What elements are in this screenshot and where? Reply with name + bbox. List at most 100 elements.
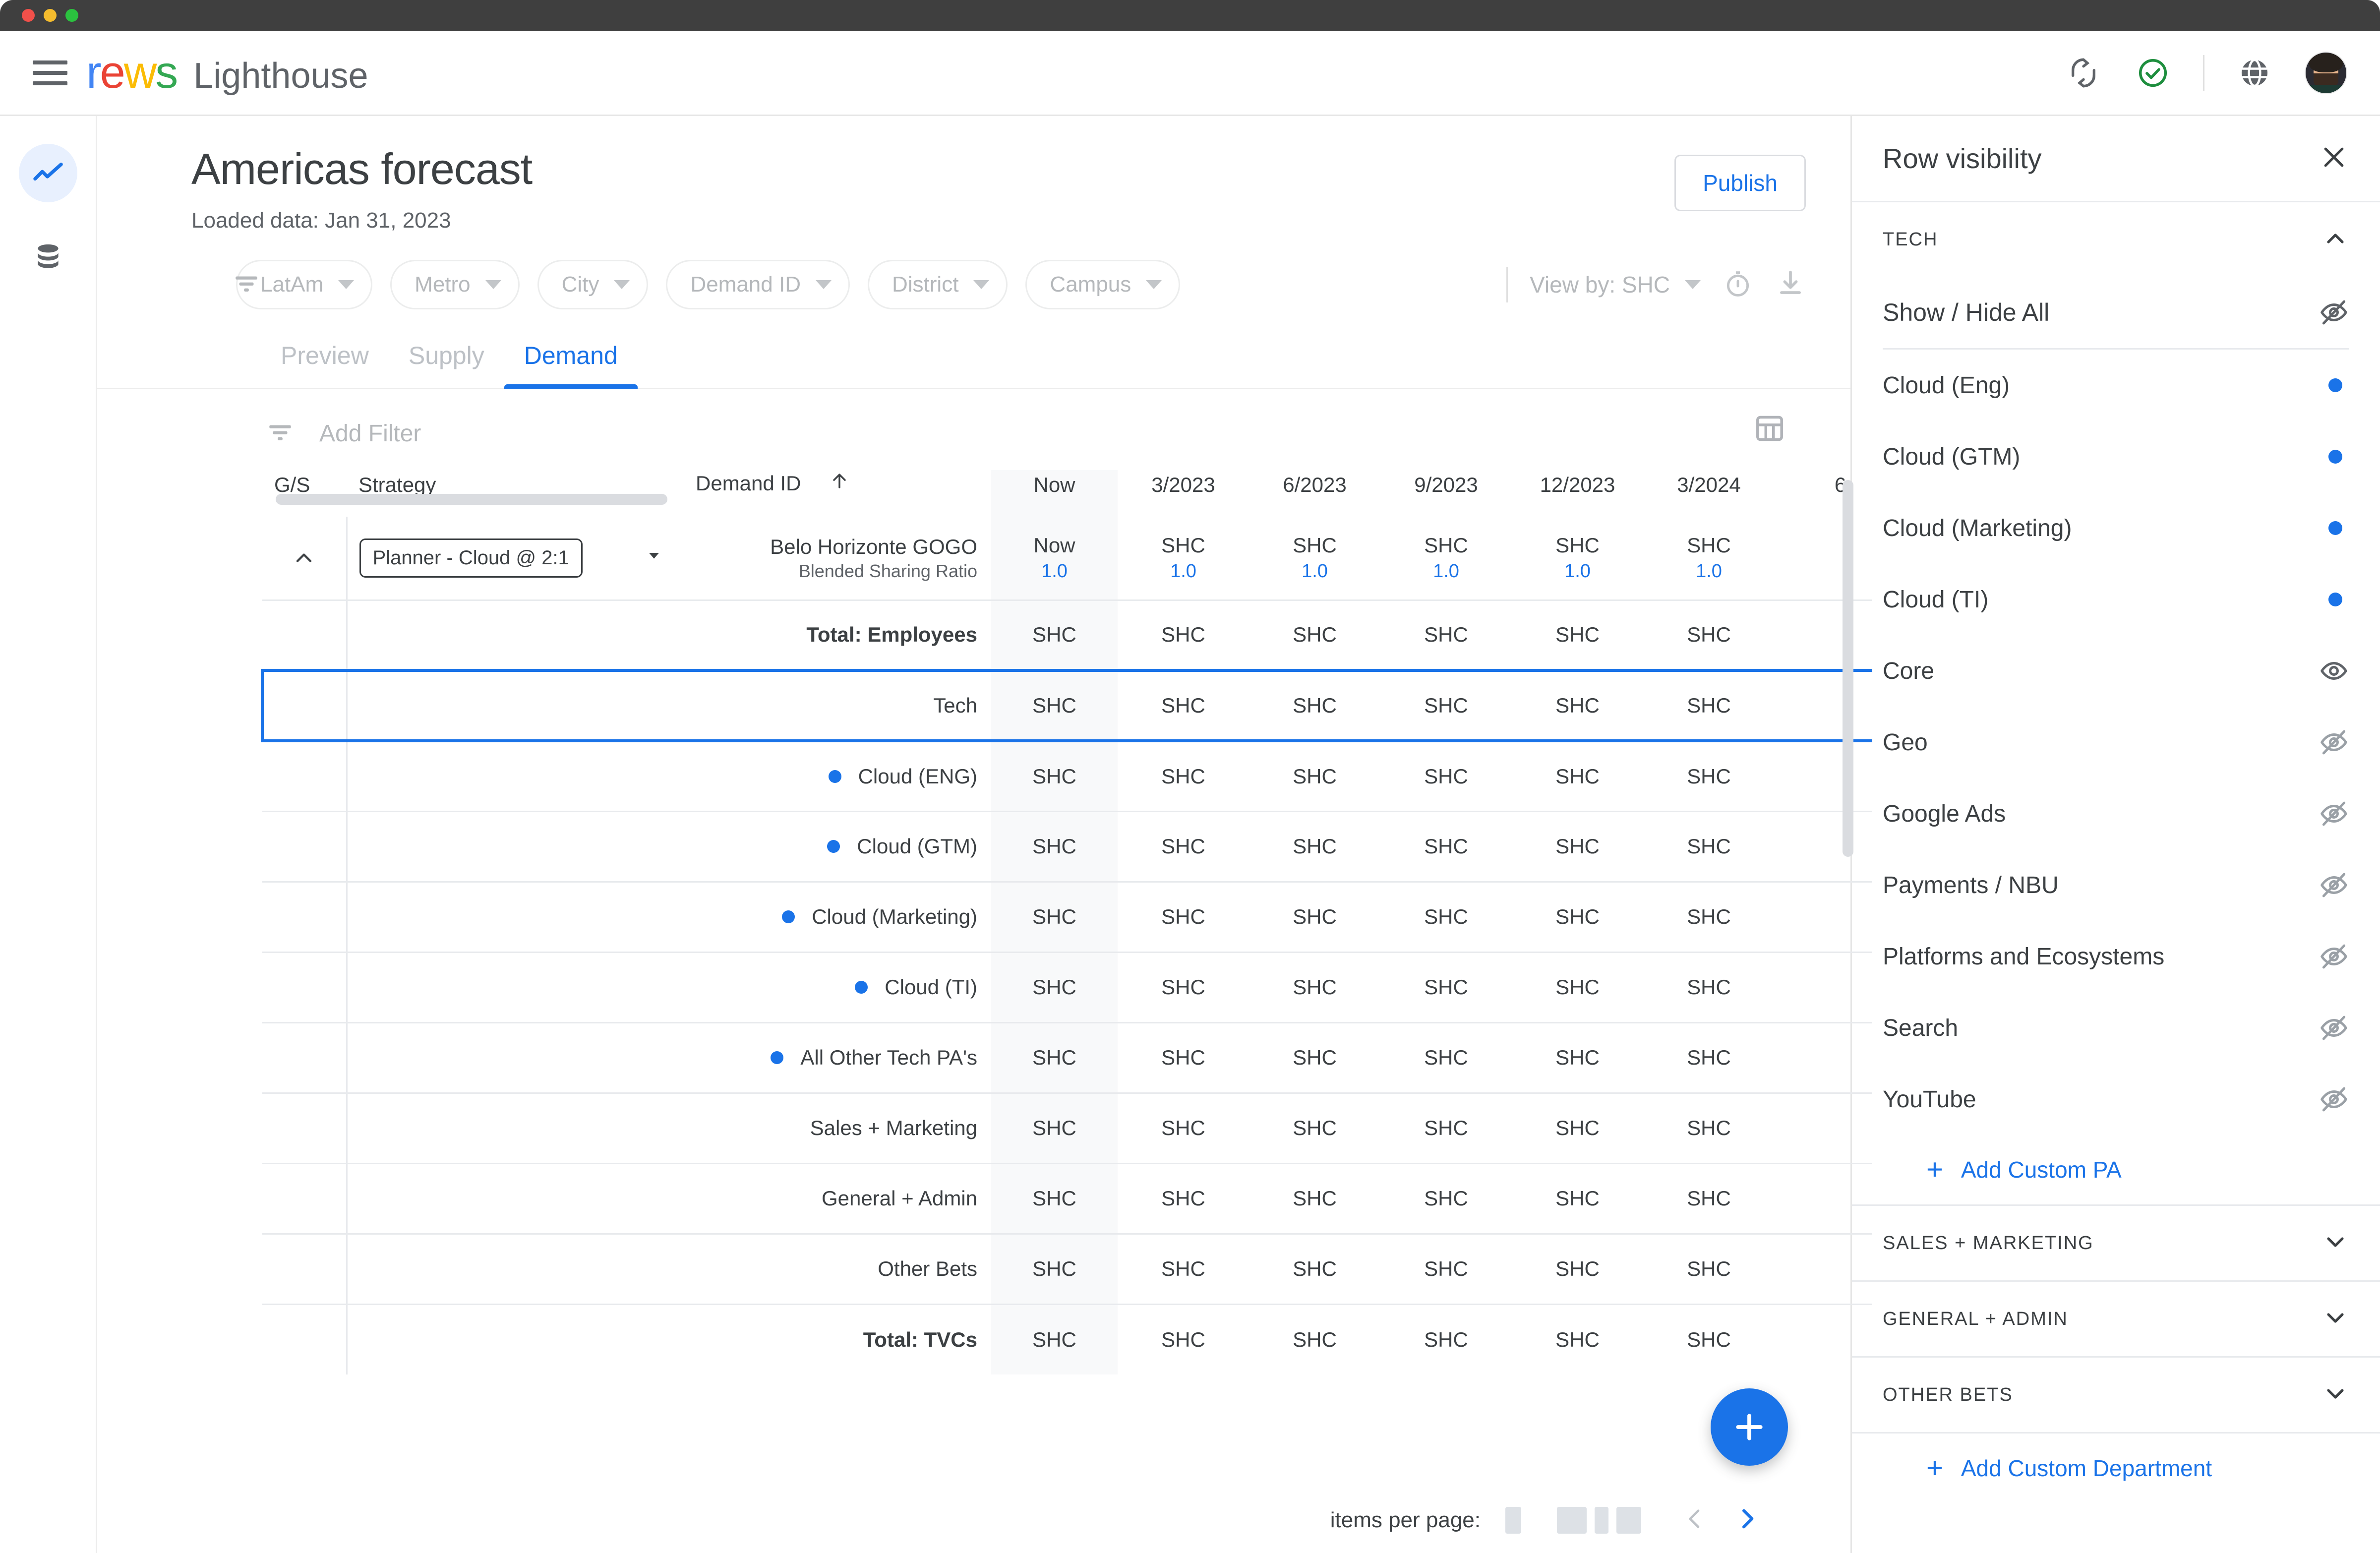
add-custom-pa-button[interactable]: + Add Custom PA: [1852, 1135, 2380, 1204]
table-cell-forecast[interactable]: SHC: [1643, 1303, 1775, 1374]
avatar[interactable]: [2305, 51, 2347, 94]
table-cell-forecast[interactable]: SHC: [1118, 881, 1249, 952]
timer-icon[interactable]: [1723, 268, 1753, 301]
table-row[interactable]: Cloud (GTM) SHC SHC SHC SHC SHC SHC: [262, 810, 1872, 882]
table-row[interactable]: Other Bets SHC SHC SHC SHC SHC SHC: [262, 1233, 1872, 1304]
table-cell-forecast[interactable]: [1775, 1092, 1872, 1163]
visible-dot-icon[interactable]: [2328, 378, 2342, 392]
row-visibility-item-cloud-marketing[interactable]: Cloud (Marketing): [1852, 492, 2380, 564]
table-row[interactable]: Cloud (ENG) SHC SHC SHC SHC SHC SHC: [262, 741, 1872, 811]
table-row[interactable]: General + Admin SHC SHC SHC SHC SHC SHC: [262, 1162, 1872, 1234]
table-row[interactable]: Total: TVCs SHC SHC SHC SHC SHC SHC: [262, 1303, 1872, 1374]
tab-supply[interactable]: Supply: [389, 341, 504, 388]
table-cell-forecast[interactable]: [1775, 1162, 1872, 1234]
table-cell-forecast[interactable]: [1775, 741, 1872, 811]
column-header-gs[interactable]: G/S: [262, 470, 347, 517]
table-cell-forecast[interactable]: SHC: [1118, 1021, 1249, 1093]
table-cell-forecast[interactable]: SHC: [1643, 881, 1775, 952]
brand-logo[interactable]: rews Lighthouse: [86, 50, 368, 96]
table-cell-forecast[interactable]: SHC 1.0: [1118, 517, 1249, 600]
table-cell-forecast[interactable]: SHC: [1512, 810, 1643, 882]
column-header-date[interactable]: 6: [1775, 470, 1872, 517]
table-cell-forecast[interactable]: [1775, 951, 1872, 1022]
table-row[interactable]: All Other Tech PA's SHC SHC SHC SHC SHC …: [262, 1021, 1872, 1093]
table-cell-forecast[interactable]: SHC: [1249, 881, 1380, 952]
table-cell-forecast[interactable]: SHC: [1380, 599, 1512, 670]
table-cell-forecast[interactable]: [1775, 517, 1872, 600]
table-cell-forecast[interactable]: SHC: [1643, 669, 1775, 742]
view-by-select[interactable]: View by: SHC: [1530, 271, 1701, 298]
table-cell-forecast[interactable]: [1775, 599, 1872, 670]
column-header-now[interactable]: Now: [991, 470, 1118, 517]
window-maximize-dot[interactable]: [65, 9, 78, 22]
column-header-date[interactable]: 3/2023: [1118, 470, 1249, 517]
table-cell-forecast[interactable]: [1775, 1021, 1872, 1093]
table-cell-forecast[interactable]: SHC 1.0: [1643, 517, 1775, 600]
table-row-demand-group[interactable]: Planner - Cloud @ 2:1 Belo Horizonte GOG…: [262, 517, 1872, 600]
row-visibility-item-geo[interactable]: Geo: [1852, 707, 2380, 778]
table-cell-forecast[interactable]: SHC: [1643, 1021, 1775, 1093]
table-cell-forecast[interactable]: SHC: [1643, 741, 1775, 811]
window-minimize-dot[interactable]: [44, 9, 57, 22]
table-cell-forecast[interactable]: SHC: [1512, 669, 1643, 742]
table-row[interactable]: Cloud (TI) SHC SHC SHC SHC SHC SHC: [262, 951, 1872, 1022]
visible-dot-icon[interactable]: [2328, 450, 2342, 464]
eye-off-icon[interactable]: [2319, 941, 2349, 972]
table-cell-forecast[interactable]: SHC: [1380, 1233, 1512, 1304]
show-hide-all-toggle[interactable]: Show / Hide All: [1852, 277, 2380, 348]
row-visibility-item-platforms-ecosystems[interactable]: Platforms and Ecosystems: [1852, 921, 2380, 992]
table-cell-forecast[interactable]: SHC: [1118, 1233, 1249, 1304]
table-row[interactable]: Total: Employees SHC SHC SHC SHC SHC SHC: [262, 599, 1872, 670]
add-filter-button[interactable]: Add Filter: [319, 420, 421, 447]
table-cell-forecast[interactable]: SHC 1.0: [1512, 517, 1643, 600]
table-cell-forecast[interactable]: SHC: [1249, 1162, 1380, 1234]
prev-page-button[interactable]: [1681, 1505, 1709, 1535]
close-icon[interactable]: [2319, 142, 2349, 175]
tab-demand[interactable]: Demand: [504, 341, 638, 389]
eye-off-icon[interactable]: [2319, 1084, 2349, 1115]
table-cell-forecast[interactable]: SHC: [1380, 741, 1512, 811]
table-row[interactable]: Sales + Marketing SHC SHC SHC SHC SHC SH…: [262, 1092, 1872, 1163]
table-cell-forecast[interactable]: [1775, 810, 1872, 882]
table-vertical-scrollbar[interactable]: [1843, 480, 1853, 857]
table-cell-forecast[interactable]: SHC: [1249, 951, 1380, 1022]
filter-chip-city[interactable]: City: [537, 260, 649, 309]
table-cell-forecast[interactable]: SHC: [1380, 1162, 1512, 1234]
table-cell-forecast[interactable]: SHC: [1512, 741, 1643, 811]
rail-item-data[interactable]: [19, 228, 77, 287]
table-columns-icon[interactable]: [1753, 412, 1786, 447]
table-cell-forecast[interactable]: SHC: [1512, 599, 1643, 670]
table-cell-forecast[interactable]: [1775, 1233, 1872, 1304]
filter-chip-campus[interactable]: Campus: [1025, 260, 1181, 309]
tab-preview[interactable]: Preview: [261, 341, 389, 388]
drawer-section-other-bets[interactable]: OTHER BETS: [1852, 1358, 2380, 1432]
table-cell-forecast[interactable]: SHC: [1118, 1303, 1249, 1374]
table-cell-forecast[interactable]: SHC: [1249, 1233, 1380, 1304]
visible-dot-icon[interactable]: [2328, 521, 2342, 535]
drawer-section-sales-marketing[interactable]: SALES + MARKETING: [1852, 1206, 2380, 1280]
eye-icon[interactable]: [2319, 656, 2349, 686]
chevron-down-icon[interactable]: [2321, 1228, 2349, 1258]
row-visibility-item-payments-nbu[interactable]: Payments / NBU: [1852, 849, 2380, 921]
table-cell-forecast[interactable]: SHC: [1380, 1092, 1512, 1163]
table-cell-forecast[interactable]: SHC: [1643, 1162, 1775, 1234]
row-visibility-item-cloud-eng[interactable]: Cloud (Eng): [1852, 350, 2380, 421]
table-cell-forecast[interactable]: SHC: [1118, 810, 1249, 882]
chevron-up-icon[interactable]: [2321, 225, 2349, 255]
table-cell-forecast[interactable]: SHC: [1512, 881, 1643, 952]
column-header-date[interactable]: 12/2023: [1512, 470, 1643, 517]
row-visibility-item-cloud-ti[interactable]: Cloud (TI): [1852, 564, 2380, 635]
table-cell-forecast[interactable]: SHC: [1643, 599, 1775, 670]
check-circle-icon[interactable]: [2134, 54, 2172, 92]
chevron-down-icon[interactable]: [2321, 1304, 2349, 1334]
table-cell-forecast[interactable]: SHC: [1380, 810, 1512, 882]
eye-off-icon[interactable]: [2319, 727, 2349, 758]
filter-chip-district[interactable]: District: [867, 260, 1008, 309]
table-cell-forecast[interactable]: SHC: [1118, 669, 1249, 742]
next-page-button[interactable]: [1733, 1505, 1761, 1535]
table-cell-forecast[interactable]: SHC: [1512, 1162, 1643, 1234]
table-cell-forecast[interactable]: SHC: [1249, 810, 1380, 882]
table-cell-forecast[interactable]: SHC: [1512, 1233, 1643, 1304]
table-cell-forecast[interactable]: SHC: [1249, 1303, 1380, 1374]
table-cell-forecast[interactable]: [1775, 669, 1872, 742]
